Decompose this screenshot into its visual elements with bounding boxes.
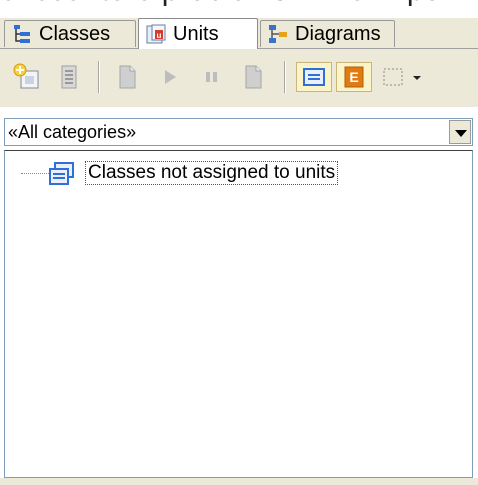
show-interfaces-button[interactable] xyxy=(378,62,408,92)
class-list-icon xyxy=(303,68,325,86)
run-button[interactable] xyxy=(154,62,184,92)
background-text: encountere problems while impo xyxy=(0,0,478,8)
toolbar-separator xyxy=(284,61,286,93)
chevron-down-icon[interactable] xyxy=(449,120,471,144)
toolbar-separator xyxy=(98,61,100,93)
tree-connector xyxy=(21,173,49,174)
document-icon xyxy=(245,65,262,89)
new-unit-icon xyxy=(13,63,39,89)
play-icon xyxy=(165,70,176,84)
tab-label: Diagrams xyxy=(295,22,381,45)
enum-icon: E xyxy=(344,66,364,88)
tab-bar: Classes u Units Diagrams xyxy=(0,18,478,49)
show-enums-button[interactable]: E xyxy=(336,62,372,92)
category-select[interactable]: «All categories» xyxy=(4,118,473,146)
tab-units[interactable]: u Units xyxy=(138,18,258,49)
toolbar-more-button[interactable] xyxy=(410,62,424,92)
new-unit-button[interactable] xyxy=(12,62,42,92)
svg-text:E: E xyxy=(349,69,358,85)
classes-tree-icon xyxy=(11,23,33,45)
svg-text:u: u xyxy=(157,31,162,40)
tab-label: Units xyxy=(173,22,219,45)
unit-icon: u xyxy=(145,23,167,45)
category-select-value: «All categories» xyxy=(8,122,137,142)
chevron-down-icon xyxy=(413,76,421,80)
pause-icon xyxy=(206,72,217,82)
open-unit-button[interactable] xyxy=(112,62,142,92)
pause-button[interactable] xyxy=(196,62,226,92)
tab-label: Classes xyxy=(39,22,111,45)
units-tree[interactable]: Classes not assigned to units xyxy=(4,150,473,478)
tab-diagrams[interactable]: Diagrams xyxy=(260,20,395,47)
properties-icon xyxy=(61,65,77,89)
tree-item-unassigned-classes[interactable]: Classes not assigned to units xyxy=(85,161,339,185)
toolbar: E xyxy=(0,49,478,107)
tab-classes[interactable]: Classes xyxy=(4,20,136,47)
save-unit-button[interactable] xyxy=(238,62,268,92)
class-group-icon xyxy=(47,161,75,187)
show-classes-button[interactable] xyxy=(296,62,332,92)
document-icon xyxy=(119,65,136,89)
bottom-edge xyxy=(0,478,478,485)
dotted-box-icon xyxy=(383,68,403,86)
diagram-icon xyxy=(267,23,289,45)
unit-properties-button[interactable] xyxy=(54,62,84,92)
